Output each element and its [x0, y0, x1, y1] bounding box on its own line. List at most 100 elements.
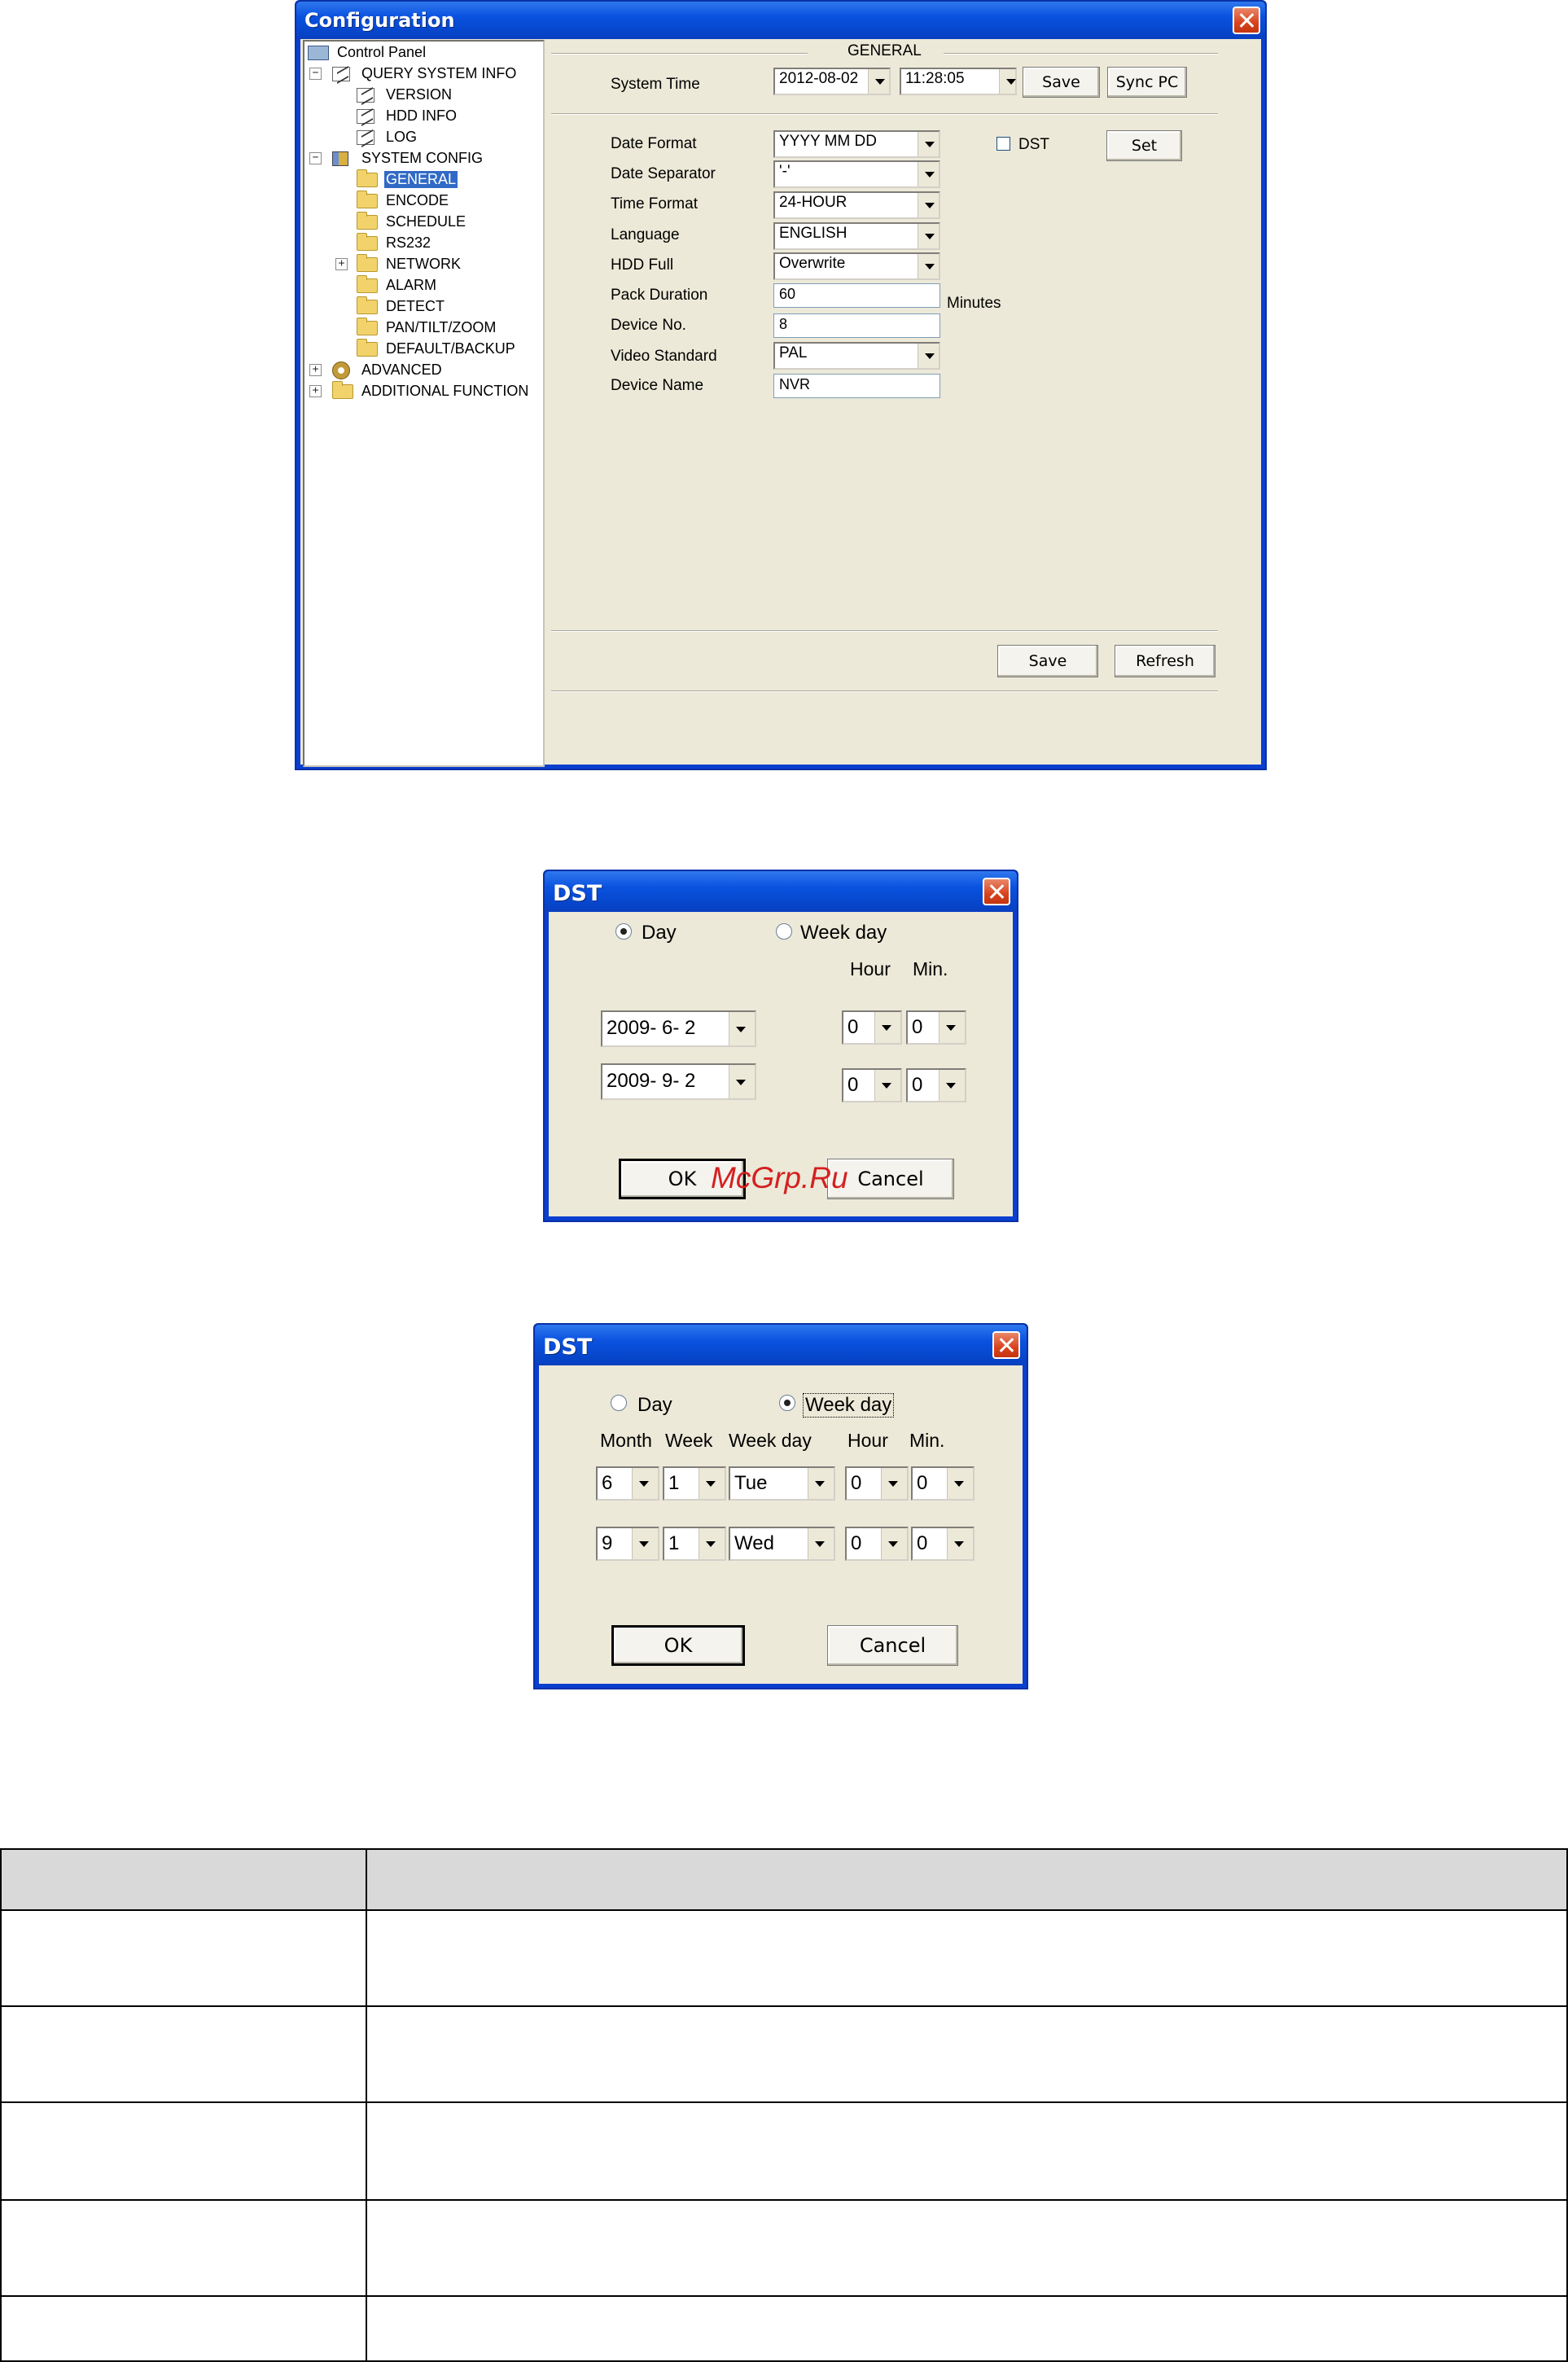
day-label: Day [637, 1394, 672, 1416]
configuration-window: Configuration Control Panel − QUERY SYST… [295, 0, 1267, 770]
day-label: Day [642, 922, 677, 944]
chevron-down-icon[interactable] [868, 69, 889, 94]
end-weekday-select[interactable]: Wed [729, 1527, 835, 1561]
start-hour-select[interactable]: 0 [845, 1466, 909, 1501]
divider [551, 690, 1218, 692]
chevron-down-icon[interactable] [881, 1468, 907, 1499]
table-cell [0, 2295, 367, 2362]
table-cell [0, 2101, 367, 2201]
expand-icon[interactable]: + [309, 364, 322, 376]
system-date-picker[interactable]: 2012-08-02 [773, 68, 891, 95]
device-name-input[interactable]: NVR [773, 374, 940, 398]
end-hour-select[interactable]: 0 [842, 1068, 902, 1102]
week-day-label: Week day [800, 922, 887, 944]
month-header: Month [600, 1430, 652, 1451]
table-cell [0, 2005, 367, 2103]
chevron-down-icon[interactable] [874, 1070, 900, 1101]
chevron-down-icon[interactable] [808, 1528, 834, 1559]
collapse-icon[interactable]: − [309, 152, 322, 164]
device-no-input[interactable]: 8 [773, 313, 940, 338]
folder-icon [357, 254, 378, 272]
end-min-select[interactable]: 0 [911, 1527, 975, 1561]
dst-set-button[interactable]: Set [1106, 130, 1182, 161]
collapse-icon[interactable]: − [309, 68, 322, 80]
week-day-radio[interactable] [776, 923, 792, 940]
watermark: McGrp.Ru [711, 1161, 848, 1194]
chevron-down-icon[interactable] [632, 1468, 658, 1499]
start-week-select[interactable]: 1 [663, 1466, 726, 1501]
sync-pc-button[interactable]: Sync PC [1107, 67, 1187, 98]
device-name-label: Device Name [611, 377, 704, 394]
table-cell [366, 2199, 1568, 2297]
expand-icon[interactable]: + [335, 258, 348, 270]
chevron-down-icon[interactable] [947, 1528, 973, 1559]
ok-button[interactable]: OK [611, 1625, 745, 1666]
end-week-select[interactable]: 1 [663, 1527, 726, 1561]
start-date-picker[interactable]: 2009- 6- 2 [601, 1010, 756, 1047]
close-icon[interactable] [1233, 7, 1260, 34]
start-hour-select[interactable]: 0 [842, 1010, 902, 1045]
pack-duration-input[interactable]: 60 [773, 283, 940, 308]
chevron-down-icon[interactable] [918, 132, 939, 156]
week-day-radio[interactable] [779, 1395, 795, 1411]
chevron-down-icon[interactable] [729, 1065, 755, 1098]
chevron-down-icon[interactable] [918, 224, 939, 248]
end-month-select[interactable]: 9 [596, 1527, 659, 1561]
start-min-select[interactable]: 0 [906, 1010, 966, 1045]
end-min-select[interactable]: 0 [906, 1068, 966, 1102]
chevron-down-icon[interactable] [939, 1012, 965, 1043]
time-format-select[interactable]: 24-HOUR [773, 191, 940, 219]
title-bar[interactable]: DST [535, 1325, 1027, 1365]
table-header-cell [0, 1848, 367, 1911]
chevron-down-icon[interactable] [729, 1012, 755, 1045]
chevron-down-icon[interactable] [808, 1468, 834, 1499]
end-hour-select[interactable]: 0 [845, 1527, 909, 1561]
chevron-down-icon[interactable] [918, 162, 939, 186]
chevron-down-icon[interactable] [881, 1528, 907, 1559]
save-time-button[interactable]: Save [1023, 67, 1100, 98]
gears-icon [332, 362, 350, 379]
chevron-down-icon[interactable] [632, 1528, 658, 1559]
date-separator-select[interactable]: '-' [773, 160, 940, 188]
video-standard-select[interactable]: PAL [773, 342, 940, 370]
chevron-down-icon[interactable] [918, 254, 939, 278]
start-min-select[interactable]: 0 [911, 1466, 975, 1501]
system-time-spinner[interactable]: 11:28:05 [900, 68, 1017, 95]
chevron-down-icon[interactable] [699, 1468, 725, 1499]
cancel-button[interactable]: Cancel [827, 1625, 958, 1666]
section-title: GENERAL [848, 42, 922, 59]
folder-icon [357, 191, 378, 208]
folder-icon [357, 318, 378, 335]
day-radio[interactable] [611, 1395, 627, 1411]
expand-icon[interactable]: + [309, 385, 322, 397]
refresh-button[interactable]: Refresh [1115, 645, 1215, 677]
start-month-select[interactable]: 6 [596, 1466, 659, 1501]
language-select[interactable]: ENGLISH [773, 222, 940, 250]
hdd-full-select[interactable]: Overwrite [773, 252, 940, 280]
spin-arrows-icon[interactable] [999, 69, 1016, 94]
pack-duration-label: Pack Duration [611, 287, 708, 304]
parameter-table [0, 1848, 1568, 2362]
table-cell [366, 1909, 1568, 2007]
chevron-down-icon[interactable] [947, 1468, 973, 1499]
title-bar[interactable]: Configuration [296, 2, 1265, 39]
close-icon[interactable] [992, 1331, 1020, 1359]
save-button[interactable]: Save [997, 645, 1098, 677]
min-header: Min. [913, 958, 948, 979]
chevron-down-icon[interactable] [939, 1070, 965, 1101]
navigation-tree: Control Panel − QUERY SYSTEM INFO VERSIO… [303, 40, 545, 767]
end-date-picker[interactable]: 2009- 9- 2 [601, 1063, 756, 1100]
chevron-down-icon[interactable] [918, 344, 939, 368]
folder-icon [332, 381, 353, 399]
chevron-down-icon[interactable] [699, 1528, 725, 1559]
start-weekday-select[interactable]: Tue [729, 1466, 835, 1501]
title-bar[interactable]: DST [545, 871, 1017, 912]
day-radio[interactable] [615, 923, 632, 940]
dst-label: DST [1018, 136, 1049, 153]
table-header-cell [366, 1848, 1568, 1911]
chevron-down-icon[interactable] [874, 1012, 900, 1043]
chevron-down-icon[interactable] [918, 193, 939, 217]
close-icon[interactable] [983, 878, 1010, 905]
date-format-select[interactable]: YYYY MM DD [773, 130, 940, 158]
dst-checkbox[interactable] [996, 137, 1010, 151]
